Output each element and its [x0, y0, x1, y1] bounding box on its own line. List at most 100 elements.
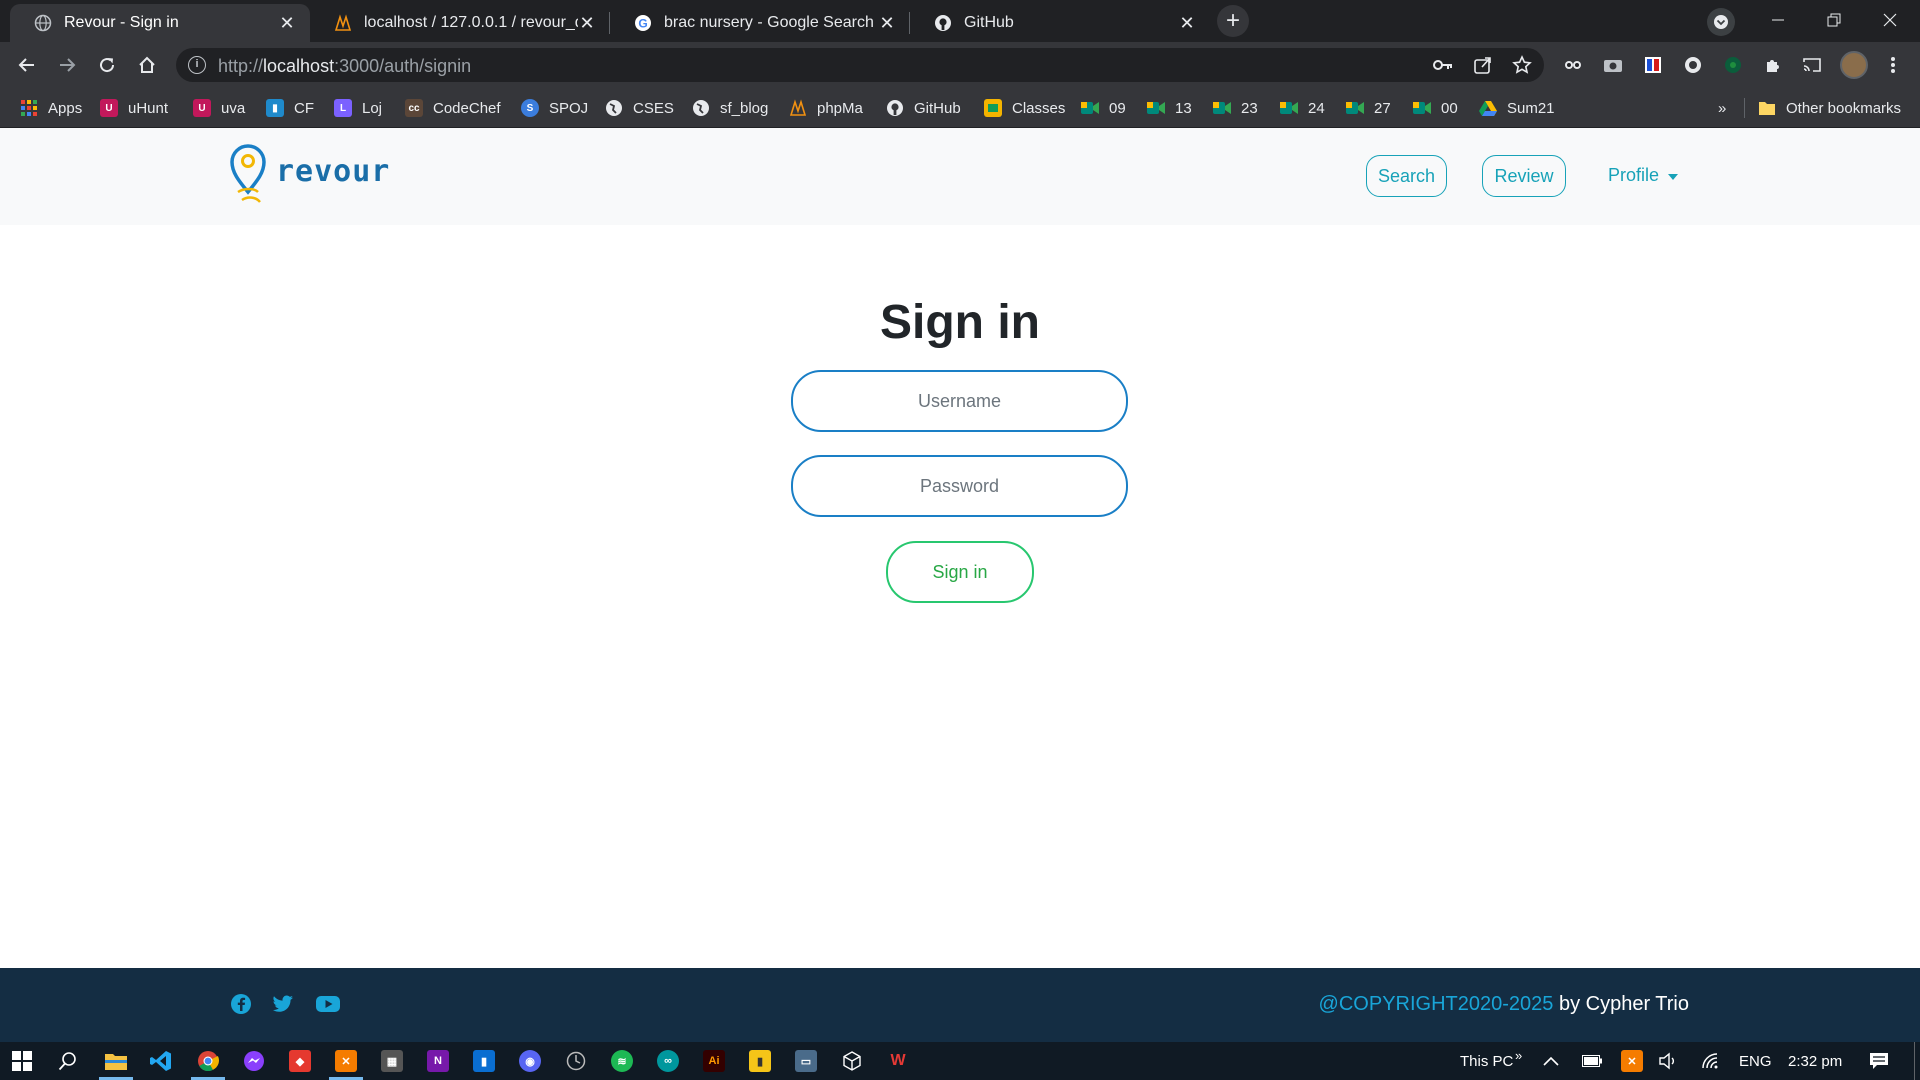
chrome-icon[interactable]	[197, 1050, 219, 1072]
bookmark-classes[interactable]: Classes	[984, 97, 1065, 119]
camera-icon[interactable]	[1602, 54, 1624, 76]
codechef-icon: cc	[405, 99, 423, 117]
virtualbox-icon[interactable]: ▭	[795, 1050, 817, 1072]
xampp-tray-icon[interactable]: ✕	[1621, 1050, 1643, 1072]
close-tab-icon[interactable]: ✕	[1178, 13, 1196, 34]
bookmark-apps[interactable]: Apps	[20, 97, 82, 119]
discord-icon[interactable]: ◉	[519, 1050, 541, 1072]
close-tab-icon[interactable]: ✕	[878, 13, 896, 34]
password-field[interactable]	[791, 455, 1128, 517]
minimize-button[interactable]	[1758, 6, 1798, 34]
bookmark-label: 27	[1374, 99, 1391, 117]
site-footer: @COPYRIGHT2020-2025 by Cypher Trio	[0, 968, 1920, 1042]
close-tab-icon[interactable]: ✕	[578, 13, 596, 34]
puzzle-icon[interactable]	[1762, 54, 1784, 76]
forward-button[interactable]	[52, 50, 82, 80]
bookmark-loj[interactable]: L Loj	[334, 97, 382, 119]
bookmark-cses[interactable]: CSES	[605, 97, 674, 119]
close-window-button[interactable]	[1870, 6, 1910, 34]
bookmark-uva[interactable]: Uuva	[193, 97, 245, 119]
wifi-icon[interactable]	[1700, 1050, 1722, 1072]
clock-time[interactable]: 2:32 pm	[1788, 1053, 1842, 1070]
bookmark-meet-09[interactable]: 09	[1081, 97, 1126, 119]
onenote-icon[interactable]: N	[427, 1050, 449, 1072]
twitter-icon[interactable]	[271, 992, 295, 1016]
avatar[interactable]	[1840, 51, 1868, 79]
bookmark-meet-00[interactable]: 00	[1413, 97, 1458, 119]
messenger-icon[interactable]	[243, 1050, 265, 1072]
youtube-icon[interactable]	[316, 992, 340, 1016]
sticky-notes-icon[interactable]: ▮	[749, 1050, 771, 1072]
extension-green-icon[interactable]	[1722, 54, 1744, 76]
tampermonkey-icon[interactable]	[1562, 54, 1584, 76]
chevron-up-icon[interactable]	[1540, 1050, 1562, 1072]
bookmark-sum21[interactable]: Sum21	[1479, 97, 1555, 119]
bookmark-phpma[interactable]: phpMa	[789, 97, 863, 119]
calculator-icon[interactable]: ▦	[381, 1050, 403, 1072]
cube-app-icon[interactable]	[841, 1050, 863, 1072]
bookmark-meet-27[interactable]: 27	[1346, 97, 1391, 119]
nav-search-button[interactable]: Search	[1366, 155, 1447, 197]
other-bookmarks-folder[interactable]: Other bookmarks	[1758, 97, 1901, 119]
chevron-right-icon[interactable]: »	[1515, 1048, 1522, 1063]
logo-text: revour	[276, 154, 391, 189]
tab-github[interactable]: GitHub ✕	[910, 4, 1210, 42]
bookmark-uhunt[interactable]: UuHunt	[100, 97, 168, 119]
show-desktop-button[interactable]	[1914, 1042, 1915, 1080]
vscode-icon[interactable]	[150, 1050, 172, 1072]
home-button[interactable]	[132, 50, 162, 80]
bookmark-divider	[1744, 98, 1745, 118]
language-indicator[interactable]: ENG	[1739, 1053, 1772, 1070]
tab-phpmyadmin[interactable]: localhost / 127.0.0.1 / revour_dat ✕	[310, 4, 610, 42]
spotify-icon[interactable]: ≋	[611, 1050, 633, 1072]
revour-logo[interactable]: revour	[228, 142, 389, 212]
illustrator-icon[interactable]: Ai	[703, 1050, 725, 1072]
action-center-icon[interactable]	[1868, 1050, 1890, 1072]
nav-profile-dropdown[interactable]: Profile	[1608, 165, 1679, 186]
copyright-year[interactable]: @COPYRIGHT2020-2025	[1319, 993, 1554, 1015]
bookmark-meet-13[interactable]: 13	[1147, 97, 1192, 119]
sign-in-button[interactable]: Sign in	[886, 541, 1034, 603]
reload-button[interactable]	[92, 50, 122, 80]
username-field[interactable]	[791, 370, 1128, 432]
xampp-icon[interactable]: ✕	[335, 1050, 357, 1072]
clock-app-icon[interactable]	[565, 1050, 587, 1072]
extension-flag-icon[interactable]	[1642, 54, 1664, 76]
wps-office-icon[interactable]: W	[887, 1050, 909, 1072]
bookmark-codechef[interactable]: cc CodeChef	[405, 97, 501, 119]
cast-icon[interactable]	[1801, 54, 1823, 76]
battery-icon[interactable]	[1581, 1050, 1603, 1072]
anydesk-icon[interactable]: ◆	[289, 1050, 311, 1072]
arduino-icon[interactable]: ∞	[657, 1050, 679, 1072]
bookmark-github[interactable]: GitHub	[886, 97, 961, 119]
bookmarks-overflow-button[interactable]: »	[1718, 97, 1726, 119]
info-icon[interactable]: i	[188, 56, 206, 74]
bookmark-meet-24[interactable]: 24	[1280, 97, 1325, 119]
url-text[interactable]: http://localhost:3000/auth/signin	[218, 56, 471, 77]
restore-button[interactable]	[1814, 6, 1854, 34]
nav-review-button[interactable]: Review	[1482, 155, 1566, 197]
back-button[interactable]	[12, 50, 42, 80]
share-icon[interactable]	[1472, 54, 1494, 76]
new-tab-button[interactable]: +	[1217, 5, 1249, 37]
extension-circle-icon[interactable]	[1682, 54, 1704, 76]
bookmark-sf-blog[interactable]: sf_blog	[692, 97, 768, 119]
volume-icon[interactable]	[1658, 1050, 1680, 1072]
bookmark-cf[interactable]: ▮ CF	[266, 97, 314, 119]
close-tab-icon[interactable]: ✕	[278, 13, 296, 34]
bookmark-spoj[interactable]: S SPOJ	[521, 97, 588, 119]
notepad-icon[interactable]: ▮	[473, 1050, 495, 1072]
file-explorer-icon[interactable]	[105, 1050, 127, 1072]
address-bar[interactable]: i http://localhost:3000/auth/signin	[176, 48, 1544, 82]
facebook-icon[interactable]	[229, 992, 253, 1016]
tab-search-button[interactable]	[1707, 8, 1735, 36]
search-icon[interactable]	[57, 1050, 79, 1072]
tab-google-search[interactable]: G brac nursery - Google Search ✕	[610, 4, 910, 42]
this-pc-label[interactable]: This PC	[1460, 1053, 1513, 1070]
star-icon[interactable]	[1511, 54, 1533, 76]
bookmark-meet-23[interactable]: 23	[1213, 97, 1258, 119]
key-icon[interactable]	[1432, 54, 1454, 76]
windows-start-icon[interactable]	[11, 1050, 33, 1072]
tab-revour-sign-in[interactable]: Revour - Sign in ✕	[10, 4, 310, 42]
kebab-menu-icon[interactable]	[1882, 54, 1904, 76]
